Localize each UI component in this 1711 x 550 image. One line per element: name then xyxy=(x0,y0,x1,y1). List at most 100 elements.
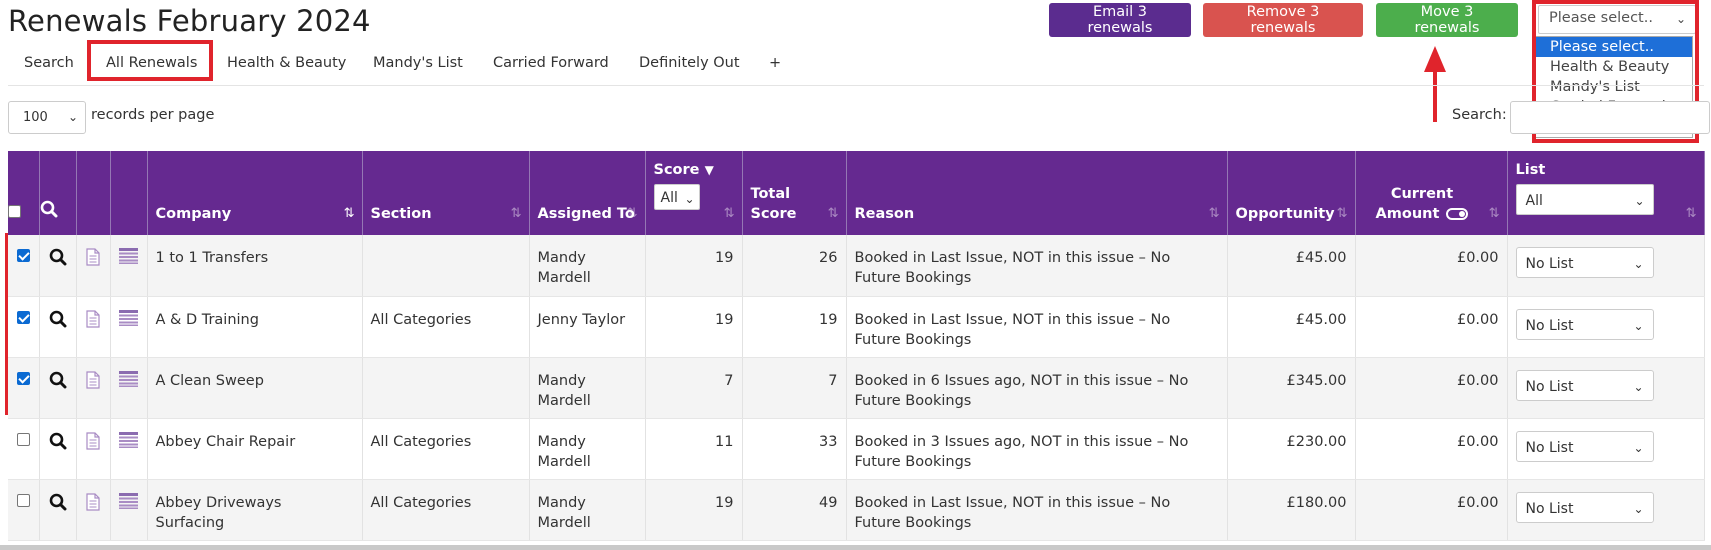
row-list-select[interactable]: No List ⌄ xyxy=(1515,369,1654,401)
assigned-to-header-label: Assigned To xyxy=(537,206,635,222)
select-cell xyxy=(8,479,40,541)
search-input[interactable] xyxy=(1510,101,1710,134)
column-header-reason[interactable]: Reason ⇅ xyxy=(846,151,1228,235)
current-amount-cell: £0.00 xyxy=(1355,296,1508,358)
row-checkbox[interactable] xyxy=(16,432,30,446)
column-header-score[interactable]: Score ▼ All ⌄ ⇅ xyxy=(645,151,743,235)
list-filter-select[interactable]: All ⌄ xyxy=(1515,184,1654,215)
search-icon[interactable] xyxy=(49,371,67,389)
details-cell xyxy=(110,479,148,541)
tab-search[interactable]: Search xyxy=(24,55,74,71)
document-icon[interactable] xyxy=(86,309,100,328)
details-cell xyxy=(110,235,148,297)
tab-add-list[interactable]: + xyxy=(769,55,781,71)
tab-mandys-list[interactable]: Mandy's List xyxy=(373,55,463,71)
row-checkbox[interactable] xyxy=(16,249,30,262)
reason-cell: Booked in 6 Issues ago, NOT in this issu… xyxy=(846,357,1228,419)
sort-icon[interactable]: ⇅ xyxy=(511,204,522,224)
search-icon[interactable] xyxy=(49,432,67,450)
records-per-page-select[interactable]: 100 ⌄ xyxy=(8,101,86,134)
table-row[interactable]: A Clean Sweep Mandy Mardell 7 7 Booked in 6 … xyxy=(8,357,1705,419)
list-cell: No List ⌄ xyxy=(1507,418,1705,480)
tab-definitely-out[interactable]: Definitely Out xyxy=(639,55,740,71)
table-row[interactable]: A & D Training All Categories Jenny Taylor… xyxy=(8,296,1705,358)
annotation-arrow-shaft xyxy=(1433,70,1437,122)
row-checkbox[interactable] xyxy=(16,371,30,385)
details-cell xyxy=(110,357,148,419)
select-cell xyxy=(8,235,40,297)
remove-renewals-button[interactable]: Remove 3 renewals xyxy=(1203,3,1363,37)
sort-icon[interactable]: ⇅ xyxy=(344,204,355,224)
move-renewals-button[interactable]: Move 3 renewals xyxy=(1376,3,1518,37)
table-row[interactable]: Abbey Chair Repair All Categories Mandy Ma… xyxy=(8,418,1705,480)
row-list-value: No List xyxy=(1525,439,1574,456)
search-icon[interactable] xyxy=(49,248,67,266)
search-icon[interactable] xyxy=(49,310,67,328)
horizontal-scrollbar[interactable] xyxy=(0,545,1711,550)
toggle-switch[interactable] xyxy=(1446,208,1469,220)
view-cell xyxy=(39,418,77,480)
sort-icon[interactable]: ⇅ xyxy=(1686,204,1697,224)
notes-cell xyxy=(76,418,111,480)
row-list-select[interactable]: No List ⌄ xyxy=(1515,308,1654,340)
document-icon[interactable] xyxy=(86,431,100,450)
company-cell: Abbey Chair Repair xyxy=(147,418,363,480)
search-icon xyxy=(40,200,57,218)
company-cell: A & D Training xyxy=(147,296,363,358)
column-header-total-score[interactable]: Total Score ⇅ xyxy=(742,151,847,235)
score-filter-select[interactable]: All ⌄ xyxy=(653,184,700,210)
renewals-table: Company ⇅ Section ⇅ Assigned To ⇅ Score ▼ A… xyxy=(8,151,1705,541)
chevron-down-icon: ⌄ xyxy=(1633,318,1644,333)
column-header-company[interactable]: Company ⇅ xyxy=(147,151,363,235)
row-list-select[interactable]: No List ⌄ xyxy=(1515,491,1654,523)
sort-icon[interactable]: ⇅ xyxy=(1337,204,1348,224)
select-cell xyxy=(8,418,40,480)
records-per-page-label: records per page xyxy=(91,107,215,123)
row-checkbox[interactable] xyxy=(16,493,30,507)
tab-carried-forward[interactable]: Carried Forward xyxy=(493,55,609,71)
list-details-icon[interactable] xyxy=(119,492,138,509)
reason-cell: Booked in Last Issue, NOT in this issue … xyxy=(846,296,1228,358)
document-icon[interactable] xyxy=(86,370,100,389)
column-header-list[interactable]: List All ⌄ ⇅ xyxy=(1507,151,1705,235)
view-cell xyxy=(39,296,77,358)
document-icon[interactable] xyxy=(86,492,100,511)
view-cell xyxy=(39,479,77,541)
email-renewals-button[interactable]: Email 3 renewals xyxy=(1049,3,1191,37)
view-cell xyxy=(39,357,77,419)
table-row[interactable]: Abbey Driveways Surfacing All Categories M… xyxy=(8,479,1705,541)
sort-icon[interactable]: ⇅ xyxy=(1209,204,1220,224)
opportunity-cell: £345.00 xyxy=(1227,357,1356,419)
document-icon[interactable] xyxy=(86,248,100,266)
row-list-select[interactable]: No List ⌄ xyxy=(1515,247,1654,278)
column-header-current-amount[interactable]: Current Amount ⇅ xyxy=(1355,151,1508,235)
tab-all-renewals[interactable]: All Renewals xyxy=(106,55,197,71)
total-score-cell: 33 xyxy=(742,418,847,480)
list-cell: No List ⌄ xyxy=(1507,479,1705,541)
sort-icon[interactable]: ⇅ xyxy=(627,204,638,224)
row-list-select[interactable]: No List ⌄ xyxy=(1515,430,1654,462)
column-header-assigned-to[interactable]: Assigned To ⇅ xyxy=(529,151,646,235)
total-score-header-label: Total Score xyxy=(750,186,797,222)
column-header-opportunity[interactable]: Opportunity ⇅ xyxy=(1227,151,1356,235)
list-details-icon[interactable] xyxy=(119,431,138,448)
chevron-down-icon: ⌄ xyxy=(1633,440,1644,455)
row-list-value: No List xyxy=(1525,378,1574,395)
current-amount-header-label: Current Amount xyxy=(1375,186,1454,222)
list-details-icon[interactable] xyxy=(119,370,138,387)
sort-icon[interactable]: ⇅ xyxy=(828,204,839,224)
section-cell: All Categories xyxy=(362,418,530,480)
table-row[interactable]: 1 to 1 Transfers Mandy Mardell 19 26 Booked … xyxy=(8,235,1705,297)
list-details-icon[interactable] xyxy=(119,309,138,326)
select-all-checkbox[interactable] xyxy=(8,205,21,218)
search-icon[interactable] xyxy=(49,493,67,511)
list-details-icon[interactable] xyxy=(119,248,138,264)
row-checkbox[interactable] xyxy=(16,310,30,324)
current-amount-cell: £0.00 xyxy=(1355,418,1508,480)
sort-icon[interactable]: ⇅ xyxy=(1489,204,1500,224)
column-header-section[interactable]: Section ⇅ xyxy=(362,151,530,235)
tab-health-beauty[interactable]: Health & Beauty xyxy=(227,55,346,71)
company-header-label: Company xyxy=(155,206,232,222)
list-filter-value: All xyxy=(1525,193,1543,209)
sort-icon[interactable]: ⇅ xyxy=(724,204,735,224)
